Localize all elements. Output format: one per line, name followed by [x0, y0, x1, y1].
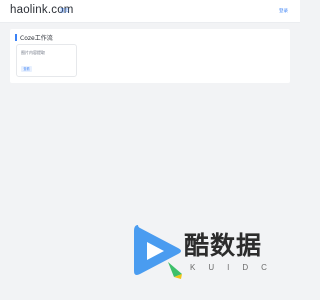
watermark-name-en: KUIDC: [190, 263, 280, 272]
play-logo-icon: [134, 225, 182, 279]
home-link[interactable]: 首页: [60, 8, 69, 14]
watermark-logo: 酷数据 KUIDC: [131, 222, 281, 280]
workflow-section: Coze工作流 图片内容提取 查看: [10, 29, 290, 83]
section-title: Coze工作流: [20, 35, 53, 42]
top-navigation-bar: haolink.com 首页 登录: [0, 0, 300, 23]
section-accent-bar: [15, 34, 17, 41]
card-tag-button[interactable]: 查看: [21, 66, 32, 72]
card-title: 图片内容提取: [21, 50, 45, 55]
workflow-card[interactable]: 图片内容提取 查看: [16, 44, 77, 77]
watermark-name-cn: 酷数据: [184, 231, 263, 260]
login-link[interactable]: 登录: [279, 8, 288, 14]
